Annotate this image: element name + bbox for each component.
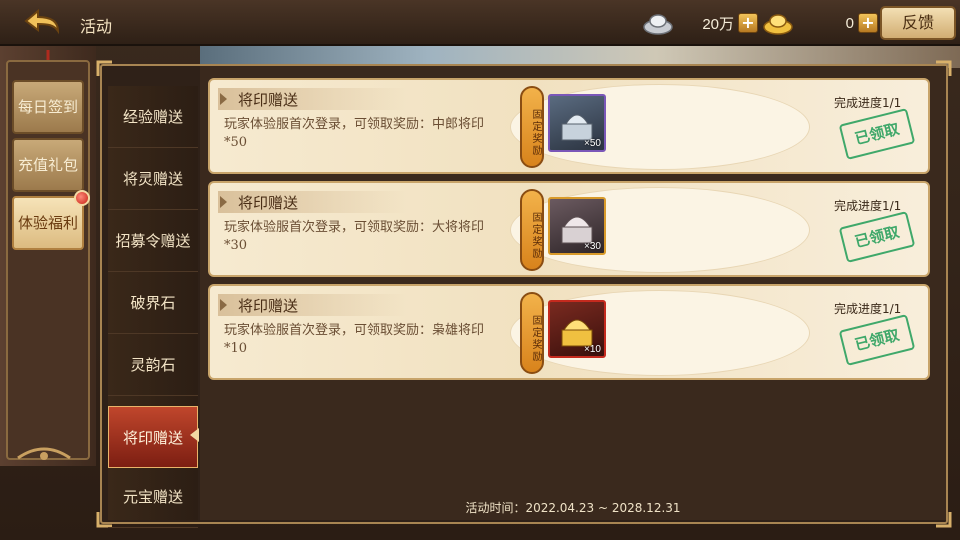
item-quantity: ×10 [584, 344, 601, 355]
back-arrow-icon [24, 8, 60, 35]
fixed-reward-tag: 固定奖励 [520, 189, 544, 271]
notification-dot [74, 190, 90, 206]
gold-amount: 0 [845, 14, 854, 32]
claimed-stamp: 已领取 [838, 211, 916, 263]
menu-item-trial-benefits[interactable]: 体验福利 [12, 196, 84, 250]
triangle-icon [220, 196, 227, 208]
fixed-reward-tag: 固定奖励 [520, 292, 544, 374]
back-button[interactable] [18, 6, 66, 40]
reward-item[interactable]: ×30 [548, 197, 606, 255]
card-description: 玩家体验服首次登录，可领取奖励：大将将印*30 [224, 220, 485, 253]
silver-ingot-icon [643, 14, 673, 35]
gold-currency: 0 + [762, 9, 878, 37]
gold-ingot-icon [763, 14, 793, 35]
tab-breakthrough-stone[interactable]: 破界石 [108, 272, 198, 334]
top-bar: 活动 20万 + 0 + 反馈 [0, 0, 960, 46]
page-title: 活动 [80, 17, 113, 36]
fixed-reward-tag: 固定奖励 [520, 86, 544, 168]
card-description: 玩家体验服首次登录，可领取奖励：枭雄将印*10 [224, 323, 485, 356]
reward-card: 将印赠送 玩家体验服首次登录，可领取奖励：中郎将印*50 固定奖励 ×50 完成… [208, 78, 930, 174]
reward-item[interactable]: ×50 [548, 94, 606, 152]
scroll-ornament-icon [17, 447, 71, 460]
tab-yuanbao-gift[interactable]: 元宝赠送 [108, 466, 198, 528]
item-quantity: ×30 [584, 241, 601, 252]
activity-tabs: 经验赠送 将灵赠送 招募令赠送 破界石 灵韵石 将印赠送 元宝赠送 [108, 86, 198, 528]
silver-currency: 20万 + [642, 9, 758, 37]
progress-text: 完成进度1/1 [834, 199, 902, 213]
tab-spirit-gift[interactable]: 将灵赠送 [108, 148, 198, 210]
progress-text: 完成进度1/1 [834, 96, 902, 110]
reward-item[interactable]: ×10 [548, 300, 606, 358]
reward-card: 将印赠送 玩家体验服首次登录，可领取奖励：大将将印*30 固定奖励 ×30 完成… [208, 181, 930, 277]
card-description: 玩家体验服首次登录，可领取奖励：中郎将印*50 [224, 117, 485, 150]
add-gold-button[interactable]: + [858, 13, 878, 33]
silver-amount: 20万 [702, 15, 734, 33]
tab-spirit-stone[interactable]: 灵韵石 [108, 334, 198, 396]
triangle-icon [220, 299, 227, 311]
tab-recruit-gift[interactable]: 招募令赠送 [108, 210, 198, 272]
corner-ornament-icon [96, 60, 112, 76]
claimed-stamp: 已领取 [838, 108, 916, 160]
tab-exp-gift[interactable]: 经验赠送 [108, 86, 198, 148]
tab-seal-gift[interactable]: 将印赠送 [108, 406, 198, 468]
progress-text: 完成进度1/1 [834, 302, 902, 316]
card-title: 将印赠送 [238, 91, 299, 109]
item-quantity: ×50 [584, 138, 601, 149]
triangle-icon [220, 93, 227, 105]
menu-item-daily-signin[interactable]: 每日签到 [12, 80, 84, 134]
activity-time: 活动时间：2022.04.23 ~ 2028.12.31 [465, 501, 681, 515]
active-tab-arrow-icon [190, 428, 199, 442]
reward-card: 将印赠送 玩家体验服首次登录，可领取奖励：枭雄将印*10 固定奖励 ×10 完成… [208, 284, 930, 380]
add-silver-button[interactable]: + [738, 13, 758, 33]
menu-item-recharge-pack[interactable]: 充值礼包 [12, 138, 84, 192]
claimed-stamp: 已领取 [838, 314, 916, 366]
card-title: 将印赠送 [238, 297, 299, 315]
card-title: 将印赠送 [238, 194, 299, 212]
feedback-button[interactable]: 反馈 [880, 6, 956, 40]
